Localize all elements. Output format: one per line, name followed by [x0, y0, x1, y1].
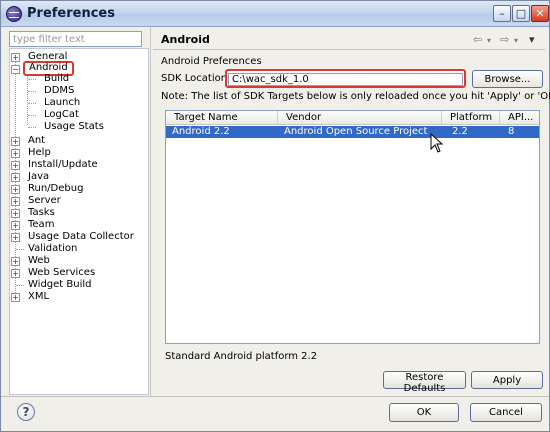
close-button[interactable]: ✕ [531, 5, 549, 22]
column-header-api[interactable]: API... [500, 111, 539, 125]
restore-defaults-button[interactable]: Restore Defaults [383, 371, 466, 394]
header-divider [153, 49, 545, 50]
expand-icon[interactable]: + [11, 233, 20, 242]
browse-button[interactable]: Browse... [472, 70, 543, 88]
tree-item-usage-data-collector[interactable]: Usage Data Collector [28, 231, 134, 243]
tree-item-usage-stats[interactable]: Usage Stats [44, 121, 104, 133]
expand-icon[interactable]: + [11, 185, 20, 194]
tree-item-web-services[interactable]: Web Services [28, 267, 95, 279]
view-menu-icon[interactable]: ▾ [529, 33, 535, 46]
sdk-location-label: SDK Location: [161, 73, 231, 84]
pane-splitter[interactable] [150, 27, 151, 397]
expand-icon[interactable]: + [11, 137, 20, 146]
column-header-target-name[interactable]: Target Name [166, 111, 278, 125]
maximize-button[interactable]: □ [512, 5, 530, 22]
back-dropdown-icon[interactable]: ▾ [487, 36, 491, 45]
preferences-tree[interactable]: + General − Android Build DDMS Launch Lo… [9, 48, 149, 395]
tree-guide-line [27, 73, 28, 125]
expand-icon[interactable]: + [11, 257, 20, 266]
ok-button[interactable]: OK [389, 403, 459, 422]
minimize-button[interactable]: – [493, 5, 511, 22]
window-title: Preferences [27, 6, 115, 21]
filter-input[interactable] [13, 32, 141, 46]
cell-target-name: Android 2.2 [172, 126, 230, 137]
expand-icon[interactable]: + [11, 173, 20, 182]
cancel-button[interactable]: Cancel [470, 403, 542, 422]
filter-field[interactable] [9, 31, 142, 47]
page-title: Android [161, 33, 210, 46]
sdk-targets-table[interactable]: Target Name Vendor Platform API... Andro… [165, 110, 540, 344]
column-header-platform[interactable]: Platform [442, 111, 500, 125]
tree-item-build[interactable]: Build [44, 73, 69, 85]
column-header-vendor[interactable]: Vendor [278, 111, 442, 125]
tree-item-server[interactable]: Server [28, 195, 61, 207]
expand-icon[interactable]: + [11, 221, 20, 230]
table-row[interactable]: Android 2.2 Android Open Source Project … [166, 126, 539, 138]
eclipse-app-icon [6, 6, 22, 22]
cell-platform: 2.2 [452, 126, 468, 137]
tree-item-launch[interactable]: Launch [44, 97, 80, 109]
tree-item-install-update[interactable]: Install/Update [28, 159, 98, 171]
forward-arrow-icon[interactable]: ⇨ [500, 33, 509, 46]
tree-item-tasks[interactable]: Tasks [28, 207, 55, 219]
tree-item-web[interactable]: Web [28, 255, 50, 267]
cell-api: 8 [508, 126, 515, 137]
tree-item-team[interactable]: Team [28, 219, 54, 231]
back-arrow-icon[interactable]: ⇦ [473, 33, 482, 46]
expand-icon[interactable]: + [11, 209, 20, 218]
tree-item-java[interactable]: Java [28, 171, 49, 183]
tree-item-run-debug[interactable]: Run/Debug [28, 183, 83, 195]
collapse-icon[interactable]: − [11, 65, 20, 74]
sdk-note: Note: The list of SDK Targets below is o… [161, 91, 550, 102]
tree-item-ant[interactable]: Ant [28, 135, 45, 147]
sdk-location-field[interactable] [225, 69, 466, 88]
expand-icon[interactable]: + [11, 293, 20, 302]
section-title: Android Preferences [161, 56, 262, 67]
sdk-location-input[interactable] [228, 73, 463, 86]
footer-divider [1, 396, 549, 397]
mouse-cursor-icon [430, 133, 444, 153]
expand-icon[interactable]: + [11, 161, 20, 170]
tree-item-xml[interactable]: XML [28, 291, 49, 303]
tree-item-validation[interactable]: Validation [28, 243, 77, 255]
tree-item-logcat[interactable]: LogCat [44, 109, 79, 121]
title-bar[interactable]: Preferences – □ ✕ [1, 1, 549, 27]
preferences-window: Preferences – □ ✕ + General − Android Bu… [0, 0, 550, 432]
apply-button[interactable]: Apply [471, 371, 543, 389]
expand-icon[interactable]: + [11, 149, 20, 158]
table-header: Target Name Vendor Platform API... [166, 111, 539, 125]
tree-item-help[interactable]: Help [28, 147, 51, 159]
tree-item-widget-build[interactable]: Widget Build [28, 279, 92, 291]
forward-dropdown-icon[interactable]: ▾ [514, 36, 518, 45]
cell-vendor: Android Open Source Project [284, 126, 428, 137]
expand-icon[interactable]: + [11, 197, 20, 206]
tree-item-ddms[interactable]: DDMS [44, 85, 74, 97]
expand-icon[interactable]: + [11, 53, 20, 62]
expand-icon[interactable]: + [11, 269, 20, 278]
target-description: Standard Android platform 2.2 [165, 351, 318, 362]
help-icon[interactable]: ? [17, 403, 35, 421]
